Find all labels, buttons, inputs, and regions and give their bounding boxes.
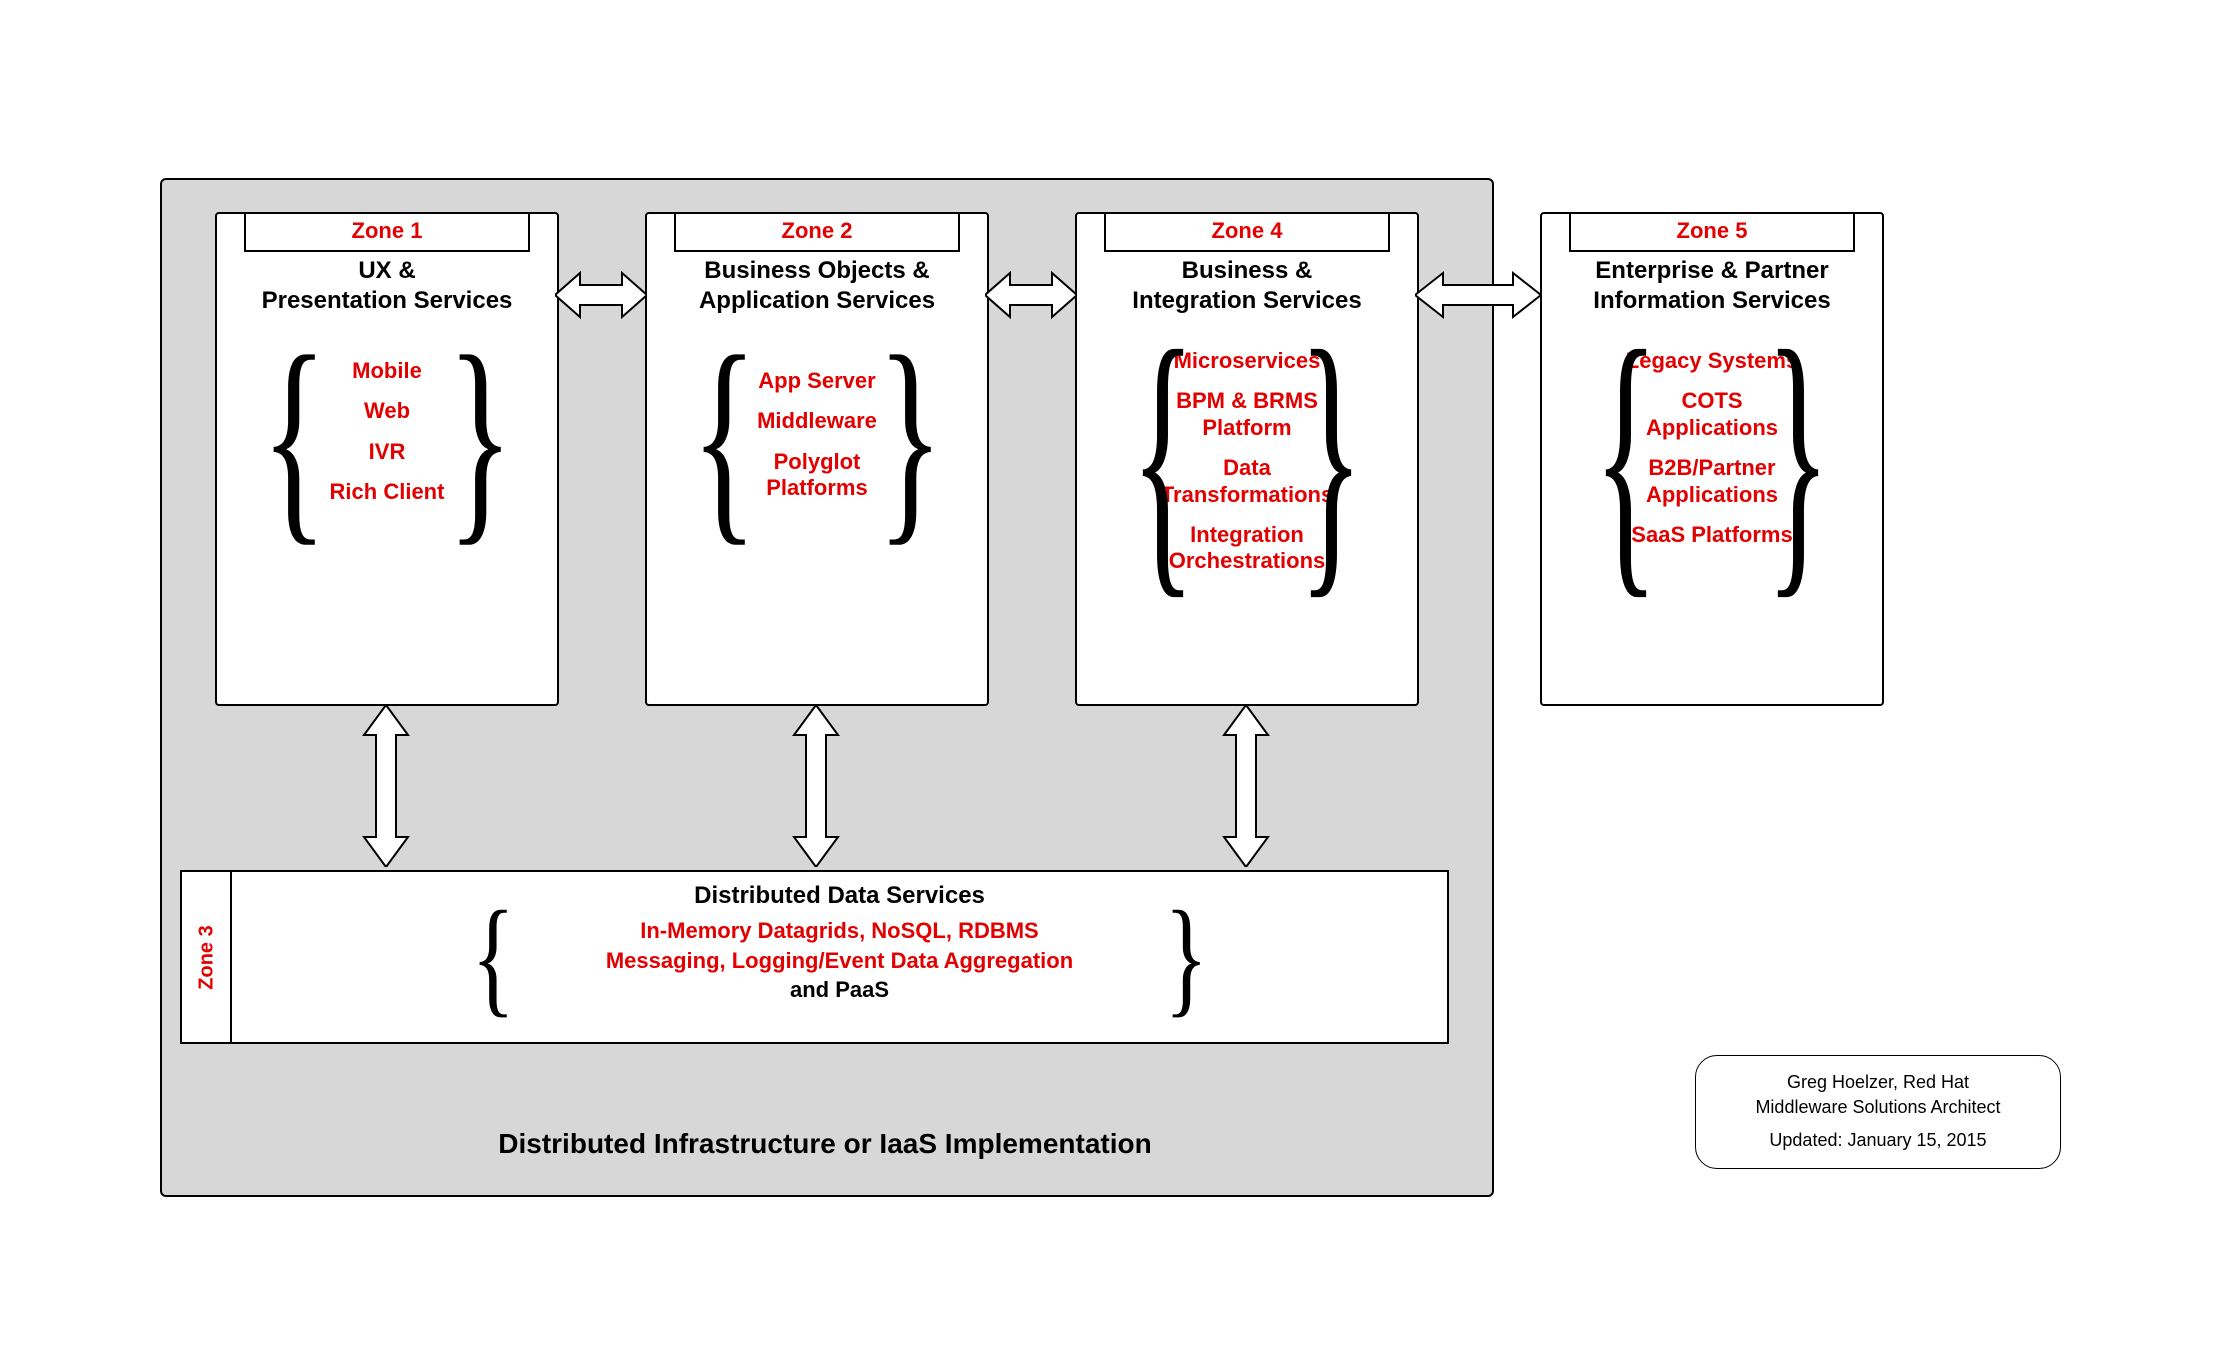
- arrow-z2-down: [788, 705, 844, 867]
- zone2-badge: Zone 2: [674, 214, 960, 252]
- zone3-line2: Messaging, Logging/Event Data Aggregatio…: [606, 948, 1073, 973]
- zone3-box: Distributed Data Services In-Memory Data…: [230, 870, 1449, 1044]
- zone4-item-bpm: BPM & BRMSPlatform: [1077, 388, 1417, 441]
- zone5-left-brace: {: [1594, 284, 1659, 629]
- zone2-left-brace: {: [691, 304, 757, 569]
- zone4-items: Microservices BPM & BRMSPlatform DataTra…: [1077, 334, 1417, 589]
- zone4-title-l1: Business &: [1182, 257, 1313, 284]
- credit-l1: Greg Hoelzer, Red Hat: [1718, 1070, 2038, 1095]
- zone4-badge: Zone 4: [1104, 214, 1390, 252]
- arrow-z1-down: [358, 705, 414, 867]
- infrastructure-caption: Distributed Infrastructure or IaaS Imple…: [160, 1128, 1490, 1160]
- zone1-box: Zone 1 UX & Presentation Services Mobile…: [215, 212, 559, 706]
- zone4-title: Business & Integration Services: [1077, 256, 1417, 316]
- zone5-badge: Zone 5: [1569, 214, 1855, 252]
- zone4-left-brace: {: [1131, 284, 1196, 629]
- zone1-title-l1: UX &: [358, 257, 415, 284]
- zone3-lines: In-Memory Datagrids, NoSQL, RDBMS Messag…: [232, 916, 1447, 1005]
- credit-l3: Updated: January 15, 2015: [1718, 1128, 2038, 1153]
- zone3-line1: In-Memory Datagrids, NoSQL, RDBMS: [640, 918, 1038, 943]
- zone5-box: Zone 5 Enterprise & Partner Information …: [1540, 212, 1884, 706]
- zone2-box: Zone 2 Business Objects & Application Se…: [645, 212, 989, 706]
- zone1-right-brace: }: [447, 304, 513, 569]
- zone4-box: Zone 4 Business & Integration Services M…: [1075, 212, 1419, 706]
- zone4-item-orch: IntegrationOrchestrations: [1077, 522, 1417, 575]
- arrow-z1-z2: [555, 265, 647, 325]
- zone2-right-brace: }: [877, 304, 943, 569]
- arrow-z4-down: [1218, 705, 1274, 867]
- diagram-canvas: Zone 1 UX & Presentation Services Mobile…: [0, 0, 2240, 1360]
- zone5-title-l1: Enterprise & Partner: [1595, 257, 1828, 284]
- zone5-right-brace: }: [1766, 284, 1831, 629]
- zone1-left-brace: {: [261, 304, 327, 569]
- arrow-z4-z5: [1415, 265, 1541, 325]
- zone4-right-brace: }: [1299, 284, 1364, 629]
- zone3-title: Distributed Data Services: [232, 882, 1447, 910]
- zone3-left-brace: {: [471, 882, 515, 1032]
- zone3-badge: Zone 3: [196, 925, 219, 989]
- zone4-item-micro: Microservices: [1077, 348, 1417, 374]
- zone1-badge: Zone 1: [244, 214, 530, 252]
- credit-l2: Middleware Solutions Architect: [1718, 1095, 2038, 1120]
- arrow-z2-z4: [985, 265, 1077, 325]
- zone3-tab: Zone 3: [180, 870, 232, 1044]
- zone4-item-data: DataTransformations: [1077, 455, 1417, 508]
- zone3-line3: and PaaS: [790, 977, 889, 1002]
- credit-box: Greg Hoelzer, Red Hat Middleware Solutio…: [1695, 1055, 2061, 1169]
- zone3-right-brace: }: [1164, 882, 1208, 1032]
- zone2-title-l1: Business Objects &: [704, 257, 929, 284]
